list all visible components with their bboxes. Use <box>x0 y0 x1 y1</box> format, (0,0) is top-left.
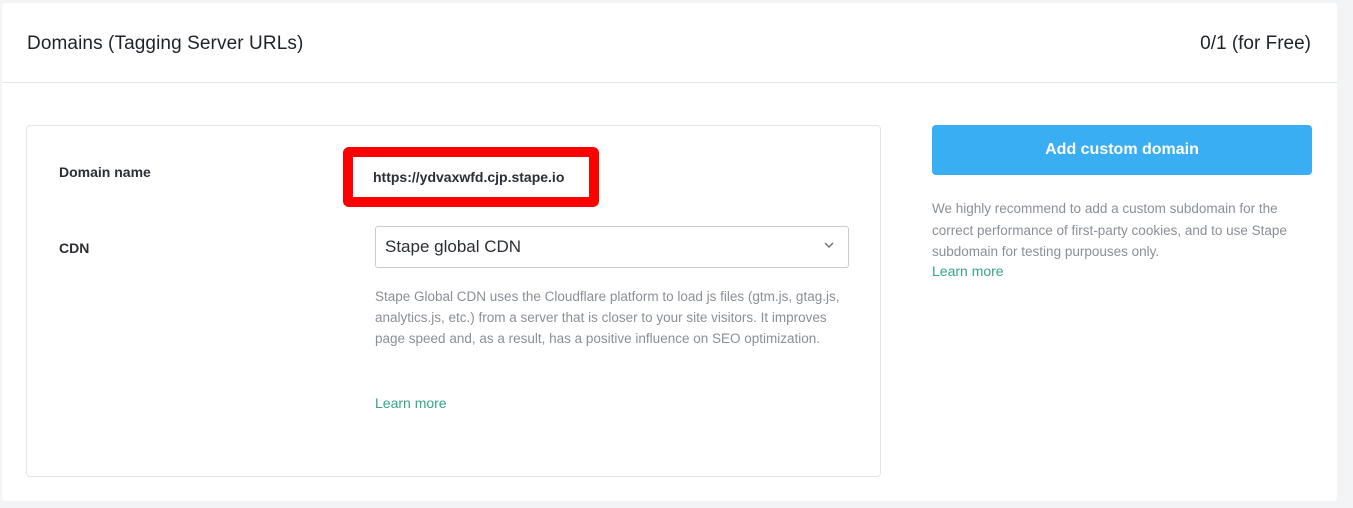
custom-domain-recommendation: We highly recommend to add a custom subd… <box>932 201 1287 259</box>
domain-url-value: https://ydvaxwfd.cjp.stape.io <box>373 169 565 185</box>
cdn-help-text: Stape Global CDN uses the Cloudflare pla… <box>375 289 840 346</box>
chevron-down-icon <box>824 242 834 248</box>
domain-settings-panel: Domain name https://ydvaxwfd.cjp.stape.i… <box>26 125 881 477</box>
add-custom-domain-button[interactable]: Add custom domain <box>932 125 1312 175</box>
cdn-select-value: Stape global CDN <box>385 237 522 256</box>
domain-name-label: Domain name <box>59 164 151 180</box>
cdn-label: CDN <box>59 240 90 256</box>
card-header: Domains (Tagging Server URLs) 0/1 (for F… <box>2 3 1337 83</box>
page-title: Domains (Tagging Server URLs) <box>27 33 304 54</box>
cdn-select[interactable]: Stape global CDN <box>375 226 849 268</box>
domains-card: Domains (Tagging Server URLs) 0/1 (for F… <box>2 3 1337 501</box>
custom-domain-learn-more-link[interactable]: Learn more <box>932 263 1004 279</box>
cdn-learn-more-link[interactable]: Learn more <box>375 395 447 411</box>
domain-highlight-box: https://ydvaxwfd.cjp.stape.io <box>343 147 599 207</box>
domain-count-badge: 0/1 (for Free) <box>1200 33 1311 54</box>
